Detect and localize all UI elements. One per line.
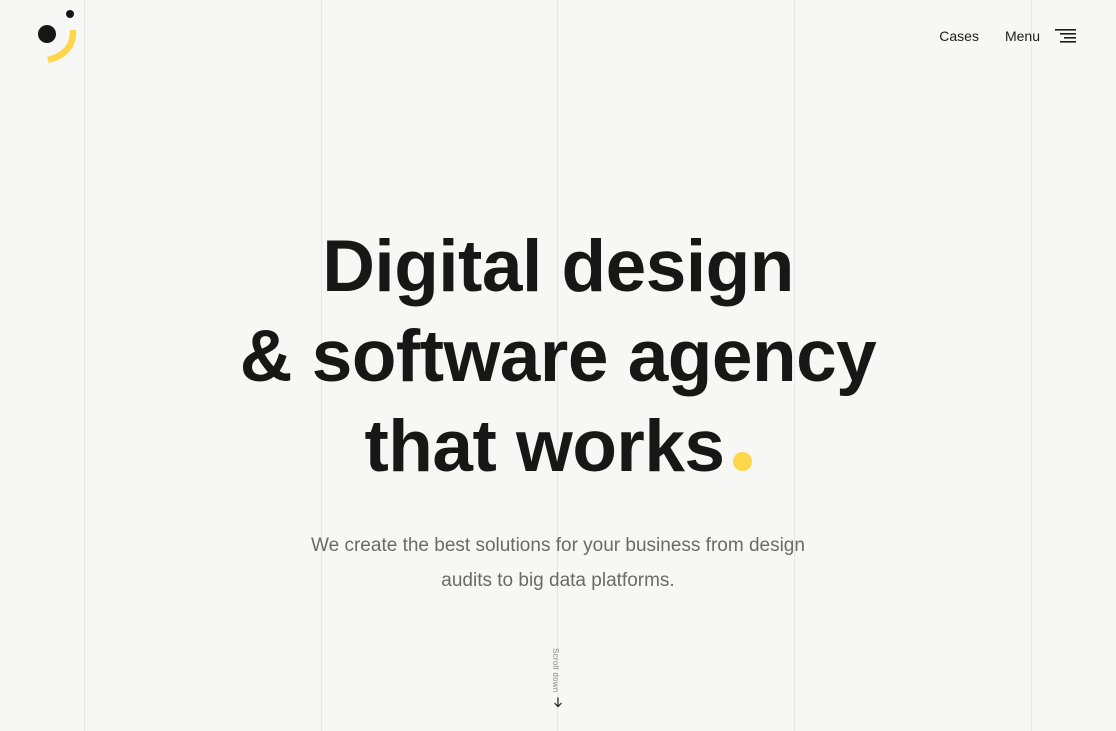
headline-line-3-text: that works: [364, 406, 725, 487]
brand-logo[interactable]: [36, 8, 80, 64]
accent-dot-icon: [732, 452, 752, 471]
hero-section: Digital design & software agency that wo…: [0, 222, 1116, 598]
top-nav: Cases Menu: [939, 27, 1076, 45]
nav-menu-link[interactable]: Menu: [1005, 27, 1040, 45]
logo-mark-icon: [38, 10, 77, 64]
arrow-down-icon: [554, 697, 562, 708]
hero-subtitle: We create the best solutions for your bu…: [311, 535, 805, 591]
headline-line-3: that works: [0, 402, 1116, 492]
hero-headline: Digital design & software agency that wo…: [0, 222, 1116, 492]
nav-cases-link[interactable]: Cases: [939, 27, 979, 45]
scroll-down-link[interactable]: Scroll down: [549, 646, 567, 710]
hamburger-icon[interactable]: [1055, 29, 1076, 43]
headline-line-1: Digital design: [322, 226, 794, 307]
headline-line-2: & software agency: [239, 316, 877, 397]
scroll-down-label: Scroll down: [551, 648, 560, 693]
